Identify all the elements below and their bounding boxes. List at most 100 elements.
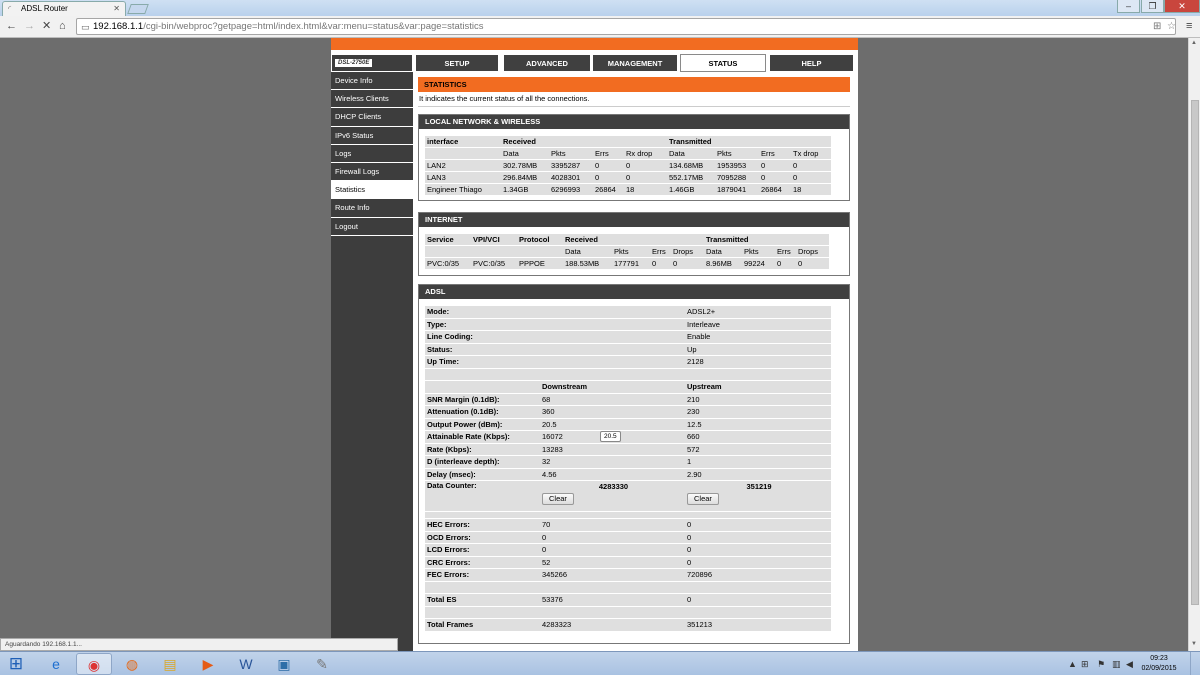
restore-button[interactable]: ❐ bbox=[1141, 0, 1164, 13]
stop-icon[interactable]: ✕ bbox=[42, 19, 51, 33]
scroll-down-icon[interactable]: ▼ bbox=[1191, 641, 1197, 647]
table-cell bbox=[540, 606, 685, 618]
table-cell: Pkts bbox=[742, 246, 775, 257]
table-cell: 0 bbox=[671, 258, 704, 269]
menu-icon[interactable]: ≡ bbox=[1186, 20, 1192, 32]
table-row: Attenuation (0.1dB): 360 230 bbox=[425, 406, 831, 418]
divider bbox=[418, 106, 850, 107]
table-cell bbox=[685, 512, 831, 518]
close-window-button[interactable]: ✕ bbox=[1164, 0, 1200, 13]
total-es-down: 53376 bbox=[540, 594, 685, 606]
table-cell: 1.34GB bbox=[501, 184, 549, 195]
table-cell: Engineer Thiago bbox=[425, 184, 501, 195]
url-host: 192.168.1.1 bbox=[93, 21, 144, 32]
table-row: Line Coding: Enable bbox=[425, 331, 831, 343]
clock[interactable]: 09:23 02/09/2015 bbox=[1136, 654, 1182, 674]
page-scrollbar[interactable]: ▲ ▼ bbox=[1188, 38, 1200, 651]
table-cell: 18 bbox=[791, 184, 831, 195]
sidebar-item-logout[interactable]: Logout bbox=[331, 218, 413, 236]
back-icon[interactable]: ← bbox=[6, 19, 17, 33]
scroll-thumb[interactable] bbox=[1191, 100, 1199, 605]
new-tab-button[interactable] bbox=[127, 4, 149, 14]
tab-status[interactable]: STATUS bbox=[680, 54, 766, 72]
table-cell bbox=[425, 512, 540, 518]
table-cell: Errs bbox=[775, 246, 796, 257]
close-tab-icon[interactable]: ✕ bbox=[113, 2, 120, 16]
error-label: HEC Errors: bbox=[425, 519, 540, 531]
home-icon[interactable]: ⌂ bbox=[59, 19, 66, 33]
sidebar-item-ipv6-status[interactable]: IPv6 Status bbox=[331, 127, 413, 145]
action-center-icon[interactable]: ⚑ bbox=[1097, 652, 1105, 675]
start-button[interactable]: ⊞ bbox=[2, 652, 30, 675]
table-row: Data Pkts Errs Rx drop Data Pkts Errs Tx… bbox=[425, 148, 831, 159]
table-cell: 0 bbox=[624, 160, 667, 171]
translate-icon[interactable]: ⊞ bbox=[1153, 19, 1161, 35]
network-icon[interactable]: ▥ bbox=[1112, 652, 1121, 675]
metric-up: 1 bbox=[685, 456, 831, 468]
sidebar-item-firewall-logs[interactable]: Firewall Logs bbox=[331, 163, 413, 182]
sidebar: Device Info Wireless Clients DHCP Client… bbox=[331, 72, 413, 651]
clear-downstream-button[interactable]: Clear bbox=[542, 493, 574, 505]
table-cell bbox=[685, 606, 831, 618]
table-row bbox=[425, 368, 831, 380]
error-up: 720896 bbox=[685, 569, 831, 581]
adsl-table: Mode: ADSL2+ Type: Interleave Line Coding:… bbox=[425, 305, 831, 632]
tab-management[interactable]: MANAGEMENT bbox=[592, 54, 678, 72]
forward-icon[interactable]: → bbox=[24, 19, 35, 33]
table-cell: 8.96MB bbox=[704, 258, 742, 269]
minimize-button[interactable]: – bbox=[1117, 0, 1140, 13]
windows-flag-icon[interactable]: ⊞ bbox=[1081, 652, 1089, 675]
table-cell: 26864 bbox=[593, 184, 624, 195]
data-counter-up-cell: 351219 Clear bbox=[685, 481, 831, 511]
table-row: Output Power (dBm): 20.5 12.5 bbox=[425, 418, 831, 430]
error-label: LCD Errors: bbox=[425, 544, 540, 556]
table-row: Total ES 53376 0 bbox=[425, 594, 831, 606]
tab-advanced[interactable]: ADVANCED bbox=[503, 54, 591, 72]
folder-icon[interactable]: ▤ bbox=[152, 653, 188, 675]
table-cell: 0 bbox=[791, 172, 831, 183]
downstream-header: Downstream bbox=[540, 381, 685, 393]
header-interface: interface bbox=[425, 136, 501, 147]
browser-status-bar: Aguardando 192.168.1.1... bbox=[0, 638, 398, 651]
total-frames-down: 4283323 bbox=[540, 619, 685, 631]
firefox-icon[interactable]: ◍ bbox=[114, 653, 150, 675]
sidebar-item-wireless-clients[interactable]: Wireless Clients bbox=[331, 90, 413, 109]
uptime-label: Up Time: bbox=[425, 356, 540, 368]
sidebar-item-statistics[interactable]: Statistics bbox=[331, 181, 413, 200]
tab-setup[interactable]: SETUP bbox=[415, 54, 499, 72]
metric-label: Delay (msec): bbox=[425, 468, 540, 480]
scroll-up-icon[interactable]: ▲ bbox=[1191, 40, 1197, 46]
tray-arrow-icon[interactable]: ▲ bbox=[1068, 652, 1077, 675]
model-name: DSL-2750E bbox=[335, 59, 373, 67]
bookmark-star-icon[interactable]: ☆ bbox=[1167, 19, 1176, 35]
show-desktop-button[interactable] bbox=[1190, 652, 1200, 675]
header-vpi-vci: VPI/VCI bbox=[471, 234, 517, 245]
line-coding-value: Enable bbox=[685, 331, 831, 343]
table-cell: 0 bbox=[593, 172, 624, 183]
media-player-icon[interactable]: ▶ bbox=[190, 653, 226, 675]
sidebar-item-dhcp-clients[interactable]: DHCP Clients bbox=[331, 108, 413, 127]
table-cell bbox=[540, 368, 685, 380]
adsl-title: ADSL bbox=[419, 285, 849, 299]
address-bar[interactable]: ▭ 192.168.1.1/cgi-bin/webproc?getpage=ht… bbox=[76, 18, 1176, 35]
lan-title: LOCAL NETWORK & WIRELESS bbox=[419, 115, 849, 129]
tool-icon[interactable]: ✎ bbox=[304, 653, 340, 675]
clear-upstream-button[interactable]: Clear bbox=[687, 493, 719, 505]
ie-icon[interactable]: e bbox=[38, 653, 74, 675]
sidebar-item-device-info[interactable]: Device Info bbox=[331, 72, 413, 91]
url-path: /cgi-bin/webproc?getpage=html/index.html… bbox=[143, 21, 484, 32]
chrome-icon[interactable]: ◉ bbox=[76, 653, 112, 675]
statistics-description: It indicates the current status of all t… bbox=[419, 94, 590, 103]
word-icon[interactable]: W bbox=[228, 653, 264, 675]
metric-up: 12.5 bbox=[685, 418, 831, 430]
tab-help[interactable]: HELP bbox=[769, 54, 854, 72]
uptime-value: 2128 bbox=[685, 356, 831, 368]
remote-desktop-icon[interactable]: ▣ bbox=[266, 653, 302, 675]
table-cell: 302.78MB bbox=[501, 160, 549, 171]
browser-tab[interactable]: ◜ ADSL Router ✕ bbox=[2, 1, 126, 16]
table-cell: Tx drop bbox=[791, 148, 831, 159]
sidebar-item-route-info[interactable]: Route Info bbox=[331, 199, 413, 218]
sidebar-item-logs[interactable]: Logs bbox=[331, 145, 413, 163]
volume-icon[interactable]: ◀ bbox=[1126, 652, 1133, 675]
data-counter-down: 4283330 bbox=[598, 482, 629, 491]
